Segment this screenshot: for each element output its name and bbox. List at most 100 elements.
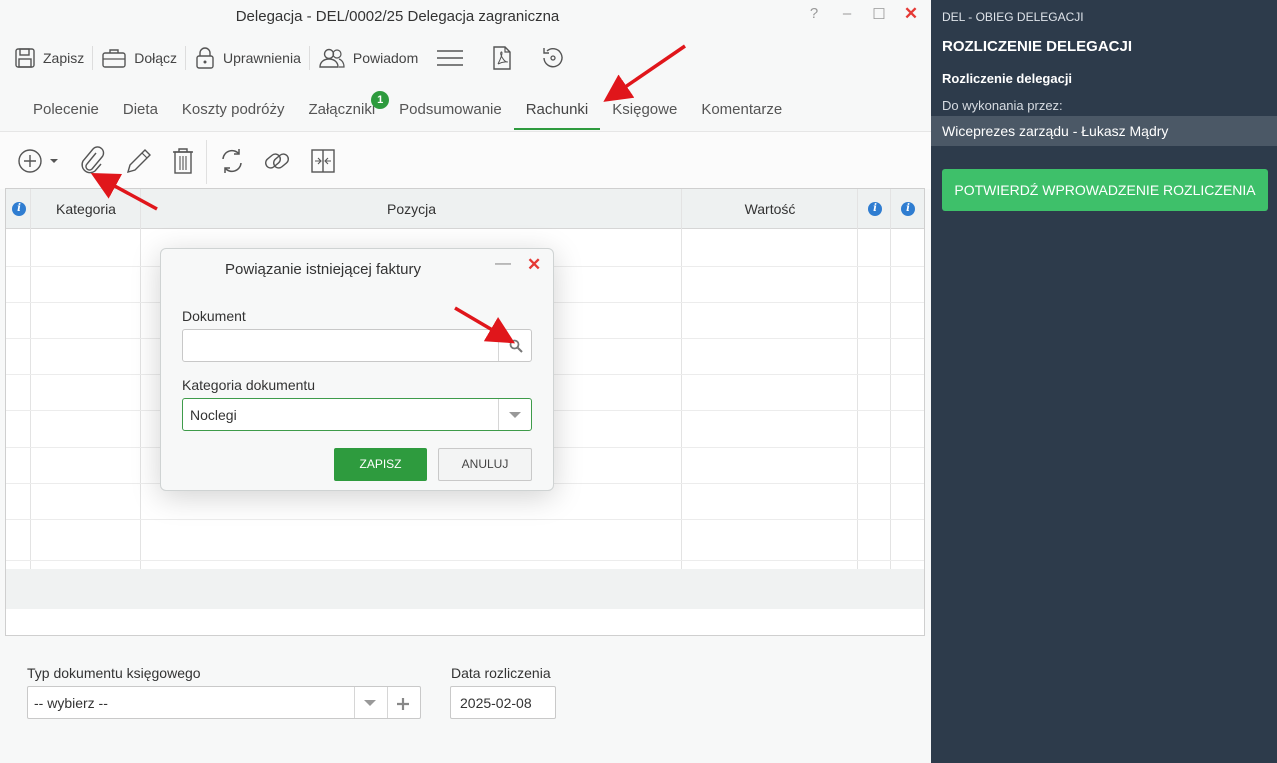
step-name: Rozliczenie delegacji	[942, 71, 1073, 86]
tab-label: Komentarze	[701, 101, 783, 118]
info-icon[interactable]: i	[12, 202, 26, 216]
grid-column-divider	[30, 189, 31, 609]
tab-polecenie[interactable]: Polecenie	[21, 90, 111, 130]
save-label: Zapisz	[43, 50, 85, 66]
pdf-button[interactable]	[483, 40, 528, 76]
select-divider	[354, 687, 355, 718]
hamburger-menu-icon	[437, 50, 464, 66]
input-divider	[498, 330, 499, 361]
doc-type-select[interactable]: -- wybierz --	[27, 686, 421, 719]
help-button[interactable]: ?	[805, 5, 823, 22]
split-columns-icon[interactable]	[310, 146, 336, 176]
refresh-icon[interactable]	[218, 146, 246, 176]
tab-ksiegowe[interactable]: Księgowe	[600, 90, 689, 130]
dialog-cancel-button[interactable]: ANULUJ	[438, 448, 532, 481]
select-divider	[387, 687, 388, 718]
trash-icon[interactable]	[170, 146, 196, 176]
floppy-disk-icon	[15, 48, 35, 68]
select-divider	[498, 399, 499, 430]
paperclip-icon[interactable]	[78, 146, 106, 176]
dialog-title: Powiązanie istniejącej faktury	[225, 261, 421, 278]
grid-footer	[6, 569, 924, 609]
grid-toolbar	[0, 131, 931, 189]
process-name: DEL - OBIEG DELEGACJI	[942, 10, 1084, 24]
tab-label: Koszty podróży	[181, 101, 285, 118]
chevron-down-icon[interactable]	[362, 698, 378, 708]
category-value: Noclegi	[190, 407, 237, 423]
column-header-kategoria[interactable]: Kategoria	[31, 189, 141, 229]
tab-label: Podsumowanie	[399, 101, 502, 118]
grid-column-divider	[857, 189, 858, 609]
tab-label: Polecenie	[33, 101, 99, 118]
grid-column-divider	[681, 189, 682, 609]
plus-icon[interactable]	[396, 697, 410, 711]
info-icon[interactable]: i	[868, 202, 882, 216]
history-icon	[543, 48, 563, 68]
document-label: Dokument	[182, 308, 246, 324]
confirm-settlement-button[interactable]: POTWIERDŹ WPROWADZENIE ROZLICZENIA	[942, 169, 1268, 211]
tab-label: Załączniki	[308, 101, 376, 118]
maximize-button[interactable]: ☐	[870, 5, 888, 23]
permissions-button[interactable]: Uprawnienia	[188, 40, 307, 76]
settlement-date-label: Data rozliczenia	[451, 665, 551, 681]
minimize-button[interactable]: –	[838, 5, 856, 22]
dialog-close-button[interactable]: ✕	[527, 255, 541, 275]
settlement-date-field[interactable]: 2025-02-08	[450, 686, 556, 719]
assigned-label: Do wykonania przez:	[942, 98, 1063, 113]
column-header-wartosc[interactable]: Wartość	[682, 189, 858, 229]
pencil-icon[interactable]	[124, 146, 152, 176]
menu-button[interactable]	[424, 40, 483, 76]
chevron-down-icon[interactable]	[507, 410, 523, 420]
permissions-label: Uprawnienia	[223, 50, 301, 66]
main-panel: Delegacja - DEL/0002/25 Delegacja zagran…	[0, 0, 931, 763]
users-icon	[319, 48, 345, 68]
add-dropdown-icon[interactable]	[16, 146, 62, 176]
dialog-minimize-button[interactable]: —	[495, 255, 511, 273]
grid-column-divider	[890, 189, 891, 609]
dialog-save-button[interactable]: ZAPISZ	[334, 448, 427, 481]
history-button[interactable]	[528, 40, 585, 76]
title-bar: Delegacja - DEL/0002/25 Delegacja zagran…	[0, 0, 931, 34]
grid-row-divider	[6, 519, 924, 520]
grid-header: i Kategoria Pozycja Wartość i i	[6, 189, 924, 229]
category-select[interactable]: Noclegi	[182, 398, 532, 431]
grid-toolbar-divider	[206, 140, 207, 184]
link-icon[interactable]	[262, 146, 292, 176]
notify-label: Powiadom	[352, 50, 419, 66]
tab-dieta[interactable]: Dieta	[111, 90, 170, 130]
window-title: Delegacja - DEL/0002/25 Delegacja zagran…	[235, 8, 560, 25]
main-toolbar: Zapisz Dołącz Uprawnienia Powiadom	[8, 40, 585, 76]
tab-komentarze[interactable]: Komentarze	[689, 90, 794, 130]
workflow-sidebar: DEL - OBIEG DELEGACJI ROZLICZENIE DELEGA…	[931, 0, 1277, 763]
info-icon[interactable]: i	[901, 202, 915, 216]
toolbar-divider	[92, 46, 94, 70]
column-header-pozycja[interactable]: Pozycja	[141, 189, 682, 229]
attach-button[interactable]: Dołącz	[95, 40, 183, 76]
tab-rachunki[interactable]: Rachunki	[513, 90, 601, 130]
stage-name: ROZLICZENIE DELEGACJI	[942, 38, 1133, 55]
search-icon[interactable]	[509, 339, 523, 353]
doc-type-value: -- wybierz --	[34, 695, 108, 711]
document-input[interactable]	[182, 329, 532, 362]
doc-type-label: Typ dokumentu księgowego	[27, 665, 201, 681]
briefcase-icon	[102, 49, 126, 68]
app-window: Delegacja - DEL/0002/25 Delegacja zagran…	[0, 0, 1277, 763]
tab-bar: Polecenie Dieta Koszty podróży Załącznik…	[21, 90, 794, 130]
link-invoice-dialog: Powiązanie istniejącej faktury — ✕ Dokum…	[160, 248, 554, 491]
assignee: Wiceprezes zarządu - Łukasz Mądry	[931, 116, 1277, 146]
tab-label: Rachunki	[525, 101, 589, 118]
tab-koszty-podrozy[interactable]: Koszty podróży	[170, 90, 297, 130]
lock-icon	[196, 47, 214, 69]
toolbar-divider	[308, 46, 310, 70]
settlement-date-value: 2025-02-08	[460, 695, 532, 711]
tab-podsumowanie[interactable]: Podsumowanie	[387, 90, 514, 130]
tab-zalaczniki[interactable]: Załączniki 1	[296, 90, 390, 130]
attach-label: Dołącz	[134, 50, 178, 66]
notify-button[interactable]: Powiadom	[312, 40, 424, 76]
close-button[interactable]: ✕	[902, 4, 920, 24]
category-label: Kategoria dokumentu	[182, 377, 316, 393]
tab-label: Księgowe	[612, 101, 678, 118]
grid-column-divider	[140, 189, 141, 609]
toolbar-divider	[185, 46, 187, 70]
save-button[interactable]: Zapisz	[8, 40, 90, 76]
